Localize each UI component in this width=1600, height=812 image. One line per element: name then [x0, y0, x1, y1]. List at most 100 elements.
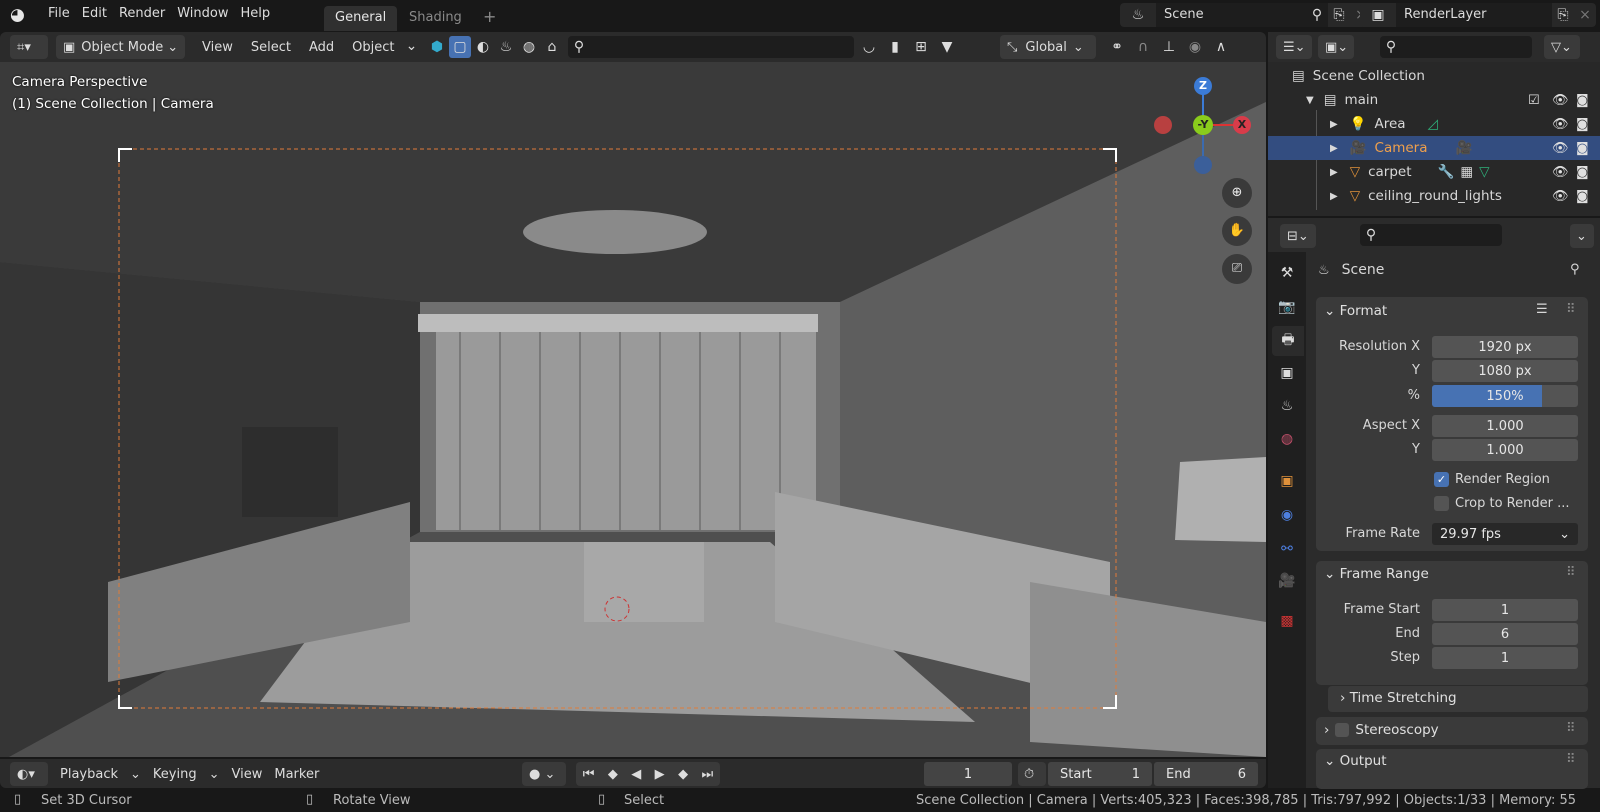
outliner-filter-button[interactable]: ▽⌄	[1544, 35, 1580, 59]
menu-edit[interactable]: Edit	[76, 6, 113, 30]
expand-icon[interactable]: ▶	[1330, 191, 1338, 202]
viewport-search-input[interactable]: ⚲	[568, 36, 854, 58]
render-camera-icon[interactable]: ◙	[1576, 93, 1589, 108]
modifier-icon[interactable]: ▦	[1460, 164, 1473, 180]
play-reverse-icon[interactable]: ◀	[631, 767, 641, 782]
blender-logo-icon[interactable]: ◕	[10, 5, 32, 27]
menu-render[interactable]: Render	[113, 6, 171, 30]
next-keyframe-icon[interactable]: ◆	[678, 767, 688, 782]
world-tab-icon[interactable]: ◍	[1276, 428, 1298, 450]
expand-icon[interactable]: ▶	[1330, 167, 1338, 178]
drag-handle-icon[interactable]: ⠿	[1566, 721, 1576, 736]
menu-marker[interactable]: Marker	[268, 762, 325, 786]
close-icon[interactable]: ×	[1574, 4, 1596, 26]
resolution-x-field[interactable]: 1920 px	[1432, 336, 1578, 358]
falloff-icon[interactable]: ∧	[1210, 36, 1232, 58]
eye-icon[interactable]: 👁	[1552, 189, 1569, 204]
outliner-search-input[interactable]: ⚲	[1380, 36, 1532, 58]
eye-icon[interactable]: 👁	[1552, 93, 1569, 108]
gizmo-x[interactable]: X	[1235, 118, 1249, 131]
tab-general[interactable]: General	[324, 6, 398, 31]
gizmo-neg-y[interactable]: -Y	[1193, 118, 1213, 131]
pivot-icon[interactable]: ⚭	[1106, 36, 1128, 58]
crop-to-render-checkbox[interactable]: Crop to Render ...	[1434, 496, 1569, 511]
frame-step-field[interactable]: 1	[1432, 647, 1578, 669]
drag-handle-icon[interactable]: ⠿	[1566, 752, 1576, 767]
menu-help[interactable]: Help	[235, 6, 277, 30]
render-camera-icon[interactable]: ◙	[1576, 189, 1589, 204]
new-scene-icon[interactable]: ⎘	[1328, 4, 1350, 26]
outliner-item-camera[interactable]: ▶ 🎥 Camera 🎥 👁 ◙	[1268, 136, 1600, 160]
pan-hand-icon[interactable]: ✋	[1222, 216, 1252, 246]
presets-icon[interactable]: ☰	[1536, 302, 1548, 317]
scene-tab-icon[interactable]: ♨	[1276, 395, 1298, 417]
render-camera-icon[interactable]: ◙	[1576, 141, 1589, 156]
brush-icon[interactable]: ⌂	[541, 36, 563, 58]
resolution-y-field[interactable]: 1080 px	[1432, 360, 1578, 382]
mode-dropdown[interactable]: ▣ Object Mode ⌄	[56, 35, 186, 59]
filter-icon[interactable]: ▼	[936, 36, 958, 58]
eye-icon[interactable]: 👁	[1552, 117, 1569, 132]
render-tab-icon[interactable]: 📷	[1276, 296, 1298, 318]
frame-rate-dropdown[interactable]: 29.97 fps ⌄	[1432, 523, 1578, 545]
tool-tab-icon[interactable]: ⚒	[1276, 262, 1298, 284]
chevron-icon[interactable]: ◡	[858, 36, 880, 58]
view-layer-selector[interactable]: ▣ RenderLayer ⎘ ×	[1360, 3, 1596, 27]
render-camera-icon[interactable]: ◙	[1576, 165, 1589, 180]
resolution-percent-slider[interactable]: 150%	[1432, 385, 1578, 407]
time-stretching-header[interactable]: › Time Stretching	[1340, 690, 1457, 706]
proportional-edit-icon[interactable]: ◉	[1184, 36, 1206, 58]
drag-handle-icon[interactable]: ⠿	[1566, 565, 1576, 580]
color-icon[interactable]: ⬢	[426, 36, 448, 58]
3d-viewport[interactable]: Z -Y X Camera Perspective (1) Scene Coll…	[0, 62, 1266, 757]
chevron-down-icon[interactable]: ⌄	[400, 35, 422, 57]
stereoscopy-header[interactable]: › Stereoscopy	[1324, 722, 1439, 738]
aspect-x-field[interactable]: 1.000	[1432, 415, 1578, 437]
checkbox-icon[interactable]: ☑	[1528, 93, 1540, 108]
properties-editor-type[interactable]: ⊟⌄	[1280, 224, 1316, 248]
outliner-item-ceiling-round-lights[interactable]: ▶ ▽ ceiling_round_lights 👁 ◙	[1268, 184, 1600, 208]
frame-end-field[interactable]: 6	[1432, 623, 1578, 645]
menu-view[interactable]: View	[196, 35, 239, 59]
constraints-tab-icon[interactable]: ⚯	[1276, 538, 1298, 560]
output-tab-icon[interactable]: 🖶	[1272, 326, 1304, 356]
render-region-checkbox[interactable]: ✓ Render Region	[1434, 472, 1550, 487]
timeline-editor-type[interactable]: ◐▾	[10, 762, 48, 786]
auto-keying-button[interactable]: ● ⌄	[522, 762, 566, 786]
display-mode-dropdown[interactable]: ▣⌄	[1318, 35, 1354, 59]
menu-keying[interactable]: Keying	[147, 762, 203, 786]
aspect-y-field[interactable]: 1.000	[1432, 439, 1578, 461]
zoom-icon[interactable]: ⊕	[1222, 178, 1252, 208]
bookmark-icon[interactable]: ▮	[884, 36, 906, 58]
add-workspace-button[interactable]: +	[472, 3, 507, 28]
scene-data-icon[interactable]: ♨	[495, 36, 517, 58]
tab-shading[interactable]: Shading	[398, 6, 473, 31]
properties-search-input[interactable]: ⚲	[1360, 224, 1502, 246]
expand-icon[interactable]: ▼	[1306, 95, 1314, 106]
texture-tab-icon[interactable]: ▩	[1276, 610, 1298, 632]
select-box-icon[interactable]: ▢	[449, 36, 471, 58]
camera-view-icon[interactable]: ⎚	[1222, 254, 1252, 284]
hierarchy-icon[interactable]: ⊞	[910, 36, 932, 58]
wrench-icon[interactable]: 🔧	[1438, 164, 1455, 180]
menu-object[interactable]: Object	[346, 35, 400, 59]
outliner-item-carpet[interactable]: ▶ ▽ carpet 🔧 ▦ ▽ 👁 ◙	[1268, 160, 1600, 184]
render-layer-name[interactable]: RenderLayer	[1396, 3, 1552, 27]
jump-end-icon[interactable]: ⏭	[702, 767, 714, 782]
view-layer-tab-icon[interactable]: ▣	[1276, 362, 1298, 384]
output-panel-header[interactable]: ⌄ Output	[1324, 753, 1387, 769]
eye-icon[interactable]: 👁	[1552, 141, 1569, 156]
outliner-scene-collection[interactable]: ▤ Scene Collection	[1268, 64, 1600, 88]
mesh-data-icon[interactable]: ▽	[1479, 164, 1489, 180]
properties-options-dropdown[interactable]: ⌄	[1570, 224, 1594, 248]
frame-range-panel-header[interactable]: ⌄ Frame Range	[1324, 566, 1429, 582]
drag-handle-icon[interactable]: ⠿	[1566, 302, 1576, 317]
menu-file[interactable]: File	[42, 6, 76, 30]
scene-name[interactable]: Scene	[1156, 3, 1306, 27]
physics-tab-icon[interactable]: ◉	[1276, 504, 1298, 526]
camera-data-tab-icon[interactable]: 🎥	[1276, 570, 1298, 592]
new-layer-icon[interactable]: ⎘	[1552, 4, 1574, 26]
format-panel-header[interactable]: ⌄ Format	[1324, 303, 1387, 319]
menu-timeline-view[interactable]: View	[226, 762, 269, 786]
light-data-icon[interactable]: ◿	[1428, 116, 1438, 132]
